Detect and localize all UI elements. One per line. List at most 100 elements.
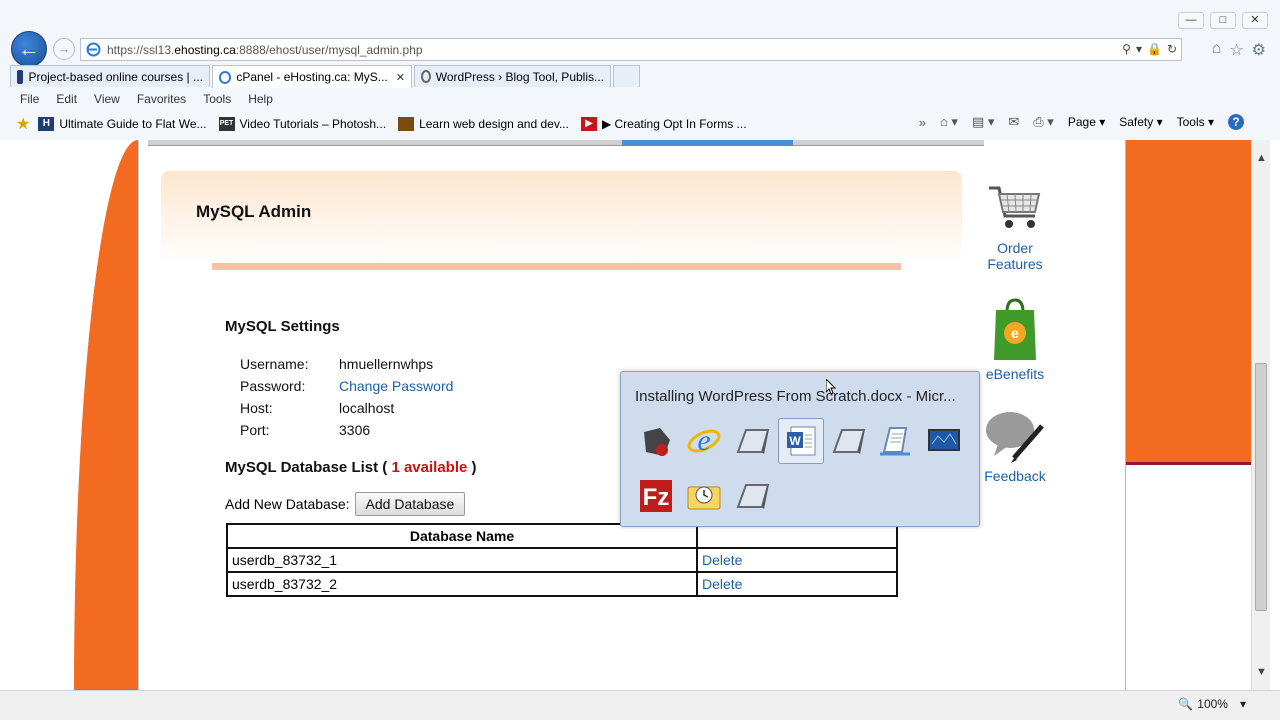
- address-tools: ⚲ ▾ 🔒 ↻: [1122, 42, 1177, 56]
- forward-button[interactable]: →: [53, 38, 75, 60]
- add-database-button[interactable]: Add Database: [354, 492, 466, 516]
- command-bar: » ⌂ ▾ ▤ ▾ ✉ ⎙ ▾ Page ▾ Safety ▾ Tools ▾ …: [919, 114, 1244, 130]
- scroll-thumb[interactable]: [1255, 363, 1267, 611]
- ebenefits-link[interactable]: e eBenefits: [975, 298, 1055, 382]
- tab-project-courses[interactable]: Project-based online courses | ...: [10, 65, 210, 87]
- shopping-cart-icon: [989, 186, 1041, 228]
- page-menu[interactable]: Page ▾: [1068, 115, 1105, 129]
- scroll-down-icon[interactable]: ▼: [1256, 666, 1267, 678]
- table-row: userdb_83732_2 Delete: [226, 571, 898, 597]
- available-count: 1 available: [391, 459, 468, 476]
- close-icon[interactable]: ✕: [1242, 12, 1268, 29]
- home-icon[interactable]: ⌂: [1212, 40, 1222, 60]
- delete-link[interactable]: Delete: [696, 571, 898, 597]
- delete-link[interactable]: Delete: [696, 547, 898, 573]
- chevron-down-icon[interactable]: ▾: [1240, 697, 1246, 711]
- favorite-opt-in[interactable]: ▶ ▶ Creating Opt In Forms ...: [580, 117, 747, 131]
- app-shield-icon[interactable]: [636, 422, 676, 460]
- top-nav-strip: [148, 140, 984, 146]
- app-window-icon-2[interactable]: [828, 422, 868, 460]
- favorite-flat-web[interactable]: H Ultimate Guide to Flat We...: [38, 117, 207, 131]
- vertical-scrollbar[interactable]: ▲ ▼: [1251, 140, 1270, 690]
- taskbar-preview-popup: Installing WordPress From Scratch.docx -…: [620, 371, 980, 527]
- feedback-bubble-icon: [986, 412, 1044, 463]
- tab-wordpress[interactable]: WordPress › Blog Tool, Publis...: [414, 65, 611, 87]
- svg-text:e: e: [697, 424, 710, 457]
- page-icon: [86, 42, 101, 57]
- order-features-link[interactable]: Order Features: [975, 180, 1055, 272]
- svg-text:e: e: [1011, 325, 1019, 341]
- app-window-icon[interactable]: [732, 422, 772, 460]
- gear-icon[interactable]: ⚙: [1252, 40, 1266, 60]
- menu-tools[interactable]: Tools: [203, 92, 231, 106]
- page-title: MySQL Admin: [196, 202, 312, 221]
- change-password-link[interactable]: Change Password: [339, 378, 453, 394]
- safety-menu[interactable]: Safety ▾: [1119, 115, 1162, 129]
- svg-text:Fz: Fz: [643, 484, 670, 511]
- menu-file[interactable]: File: [20, 92, 39, 106]
- menu-favorites[interactable]: Favorites: [137, 92, 186, 106]
- active-nav-tab[interactable]: [622, 140, 793, 146]
- help-icon[interactable]: ?: [1228, 114, 1244, 130]
- orange-decoration: [74, 140, 138, 690]
- tab-close-icon[interactable]: ✕: [396, 71, 405, 84]
- refresh-icon[interactable]: ↻: [1167, 42, 1177, 56]
- menu-help[interactable]: Help: [248, 92, 273, 106]
- mail-icon[interactable]: ✉: [1008, 114, 1019, 130]
- chevron-more-icon[interactable]: »: [919, 115, 926, 130]
- database-table: Database Name userdb_83732_1 Delete user…: [226, 523, 898, 597]
- star-icon[interactable]: ☆: [1229, 40, 1243, 60]
- popup-title: Installing WordPress From Scratch.docx -…: [635, 388, 956, 405]
- filezilla-icon[interactable]: Fz: [636, 477, 676, 515]
- back-button[interactable]: ←: [11, 31, 47, 67]
- search-icon[interactable]: ⚲: [1122, 42, 1131, 56]
- new-tab-button[interactable]: [613, 65, 640, 87]
- zoom-level: 100%: [1197, 697, 1228, 711]
- menu-view[interactable]: View: [94, 92, 120, 106]
- window-controls: — □ ✕: [1178, 12, 1268, 29]
- tab-cpanel[interactable]: cPanel - eHosting.ca: MyS... ✕: [212, 65, 412, 88]
- table-row: userdb_83732_1 Delete: [226, 547, 898, 573]
- zoom-control[interactable]: 🔍 100% ▾: [1178, 697, 1246, 711]
- favorites-star-icon[interactable]: ★: [16, 114, 30, 134]
- browser-chrome: — □ ✕ ← → https://ssl13.ehosting.ca:8888…: [0, 0, 1280, 140]
- tools-menu[interactable]: Tools ▾: [1177, 115, 1214, 129]
- svg-text:W: W: [789, 434, 801, 448]
- minimize-icon[interactable]: —: [1178, 12, 1204, 29]
- settings-title: MySQL Settings: [225, 318, 340, 335]
- home-command-icon[interactable]: ⌂ ▾: [940, 114, 958, 130]
- address-bar[interactable]: https://ssl13.ehosting.ca:8888/ehost/use…: [80, 38, 1182, 61]
- pet-logo-icon: PET: [218, 117, 235, 131]
- feedback-link[interactable]: Feedback: [975, 408, 1055, 484]
- favorite-photoshop[interactable]: PET Video Tutorials – Photosh...: [218, 117, 386, 131]
- add-database-label: Add New Database:: [225, 496, 350, 512]
- database-name: userdb_83732_2: [226, 571, 698, 597]
- database-name-header: Database Name: [226, 523, 698, 549]
- word-document-icon[interactable]: W: [778, 418, 824, 464]
- maximize-icon[interactable]: □: [1210, 12, 1236, 29]
- favorite-web-design[interactable]: Learn web design and dev...: [398, 117, 569, 131]
- menu-edit[interactable]: Edit: [56, 92, 77, 106]
- ie-icon: [219, 70, 232, 84]
- right-decor-panel: [1125, 140, 1252, 690]
- rss-icon[interactable]: ▤ ▾: [972, 114, 994, 130]
- h-logo-icon: H: [38, 117, 55, 131]
- left-gutter: [0, 140, 139, 690]
- print-icon[interactable]: ⎙ ▾: [1033, 114, 1054, 130]
- document-viewer-icon[interactable]: [876, 422, 916, 460]
- app-window-icon-3[interactable]: [732, 477, 772, 515]
- database-name: userdb_83732_1: [226, 547, 698, 573]
- internet-explorer-icon[interactable]: e: [684, 422, 724, 460]
- chevron-down-icon[interactable]: ▾: [1136, 42, 1142, 56]
- scroll-up-icon[interactable]: ▲: [1256, 152, 1267, 164]
- lock-icon[interactable]: 🔒: [1147, 42, 1162, 56]
- table-header-row: Database Name: [226, 523, 898, 549]
- menu-bar: File Edit View Favorites Tools Help: [0, 88, 1280, 110]
- db-list-title: MySQL Database List ( 1 available ): [225, 459, 477, 476]
- orange-decor-block: [1126, 140, 1252, 465]
- header-divider: [212, 263, 901, 270]
- shopping-bag-icon: e: [994, 298, 1036, 360]
- grid-icon: [17, 69, 24, 84]
- outlook-calendar-icon[interactable]: [684, 477, 724, 515]
- monitor-icon[interactable]: [924, 422, 964, 460]
